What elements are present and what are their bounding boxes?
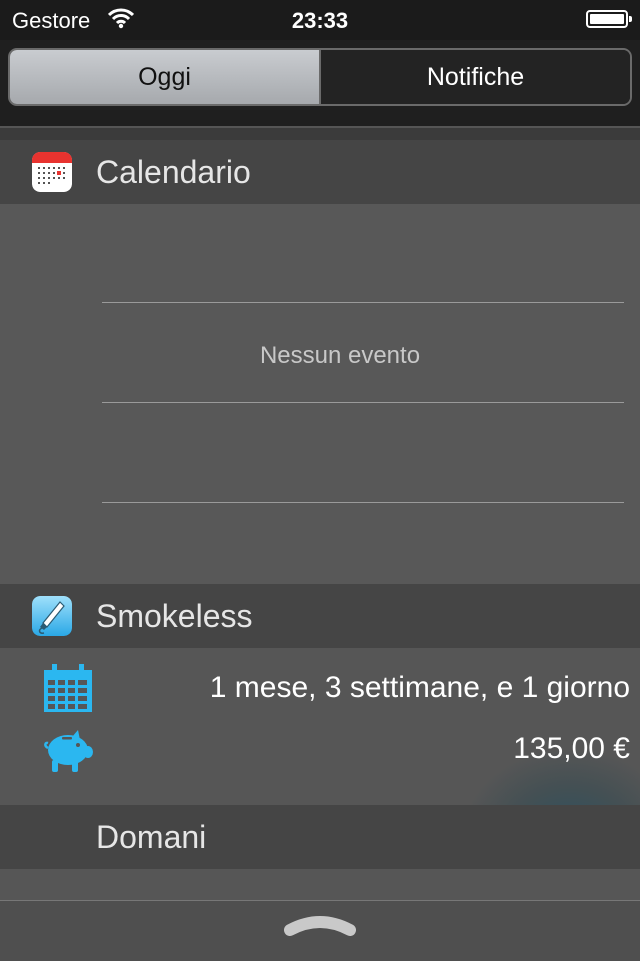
smokeless-app-icon (32, 596, 72, 636)
tomorrow-section-header: Domani (0, 805, 640, 869)
calendar-divider (102, 302, 624, 303)
smoke-free-duration: 1 mese, 3 settimane, e 1 giorno (209, 671, 630, 704)
tab-notifiche[interactable]: Notifiche (319, 50, 630, 104)
calendar-section-header[interactable]: Calendario (0, 140, 640, 204)
smokeless-section-header[interactable]: Smokeless (0, 584, 640, 648)
smokeless-section-title: Smokeless (96, 597, 253, 634)
calendar-divider (102, 402, 624, 403)
tomorrow-section-title: Domani (96, 818, 207, 855)
no-events-label: Nessun evento (259, 342, 421, 369)
battery-icon (586, 10, 632, 28)
money-saved: 135,00 € (513, 732, 630, 765)
tomorrow-content (0, 869, 640, 900)
piggy-bank-icon (44, 728, 94, 779)
calendar-app-icon (32, 152, 72, 192)
segmented-control: Oggi Notifiche (8, 48, 632, 106)
calendar-events-area: Nessun evento (0, 204, 640, 584)
chevron-up-handle-icon[interactable] (284, 910, 356, 947)
calendar-divider (102, 502, 624, 503)
status-bar: Gestore 23:33 (0, 0, 640, 40)
calendar-grid-icon (44, 664, 92, 717)
notification-center-header: Oggi Notifiche (0, 40, 640, 128)
divider (0, 126, 640, 128)
tab-oggi[interactable]: Oggi (10, 50, 319, 104)
clock: 23:33 (291, 8, 349, 33)
smokeless-widget[interactable]: 1 mese, 3 settimane, e 1 giorno 135,00 € (0, 648, 640, 805)
calendar-section-title: Calendario (96, 153, 251, 190)
